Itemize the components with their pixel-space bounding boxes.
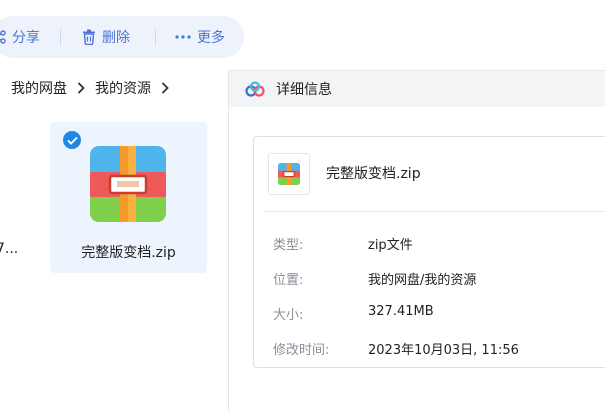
breadcrumb: 我的网盘 我的资源 [11,78,179,98]
card-divider [264,211,605,212]
chevron-right-icon [161,82,169,94]
toolbar-separator [60,29,61,45]
panel-divider [228,70,229,412]
more-label: 更多 [197,30,225,46]
detail-label: 修改时间: [273,343,330,358]
detail-panel-header: 详细信息 [229,70,605,107]
toolbar: 分享 删除 更多 [0,16,244,58]
detail-row-modified: 修改时间: 2023年10月03日, 11:56 [273,339,519,358]
share-label: 分享 [12,30,40,46]
detail-value[interactable]: 我的网盘/我的资源 [368,269,476,288]
detail-row-location: 位置: 我的网盘/我的资源 [273,269,476,288]
check-icon[interactable] [63,131,81,149]
file-thumbnail [268,153,310,195]
detail-label: 位置: [273,273,304,288]
more-dots-icon [175,35,191,39]
trash-icon [82,29,96,45]
breadcrumb-item-my-resources[interactable]: 我的资源 [95,78,151,98]
delete-button[interactable]: 删除 [82,16,130,58]
chevron-right-icon [77,82,85,94]
more-button[interactable]: 更多 [175,16,225,58]
detail-value: zip文件 [368,238,413,253]
zip-file-icon [90,146,166,226]
detail-panel-title: 详细信息 [276,82,332,98]
delete-label: 删除 [102,30,130,46]
detail-row-type: 类型: zip文件 [273,234,413,253]
share-button[interactable]: 分享 [0,16,40,58]
detail-label: 类型: [273,238,304,253]
detail-value: 2023年10月03日, 11:56 [368,343,519,358]
file-item-selected[interactable]: 完整版变档.zip [50,122,207,273]
file-name-partial[interactable]: 7... [0,241,18,257]
detail-value: 327.41MB [368,304,434,319]
detail-info-card: 完整版变档.zip 类型: zip文件 位置: 我的网盘/我的资源 大小: 32… [253,136,605,368]
zip-file-icon [278,163,300,185]
detail-row-size: 大小: 327.41MB [273,304,434,323]
breadcrumb-item-my-drive[interactable]: 我的网盘 [11,78,67,98]
detail-file-name: 完整版变档.zip [326,166,421,182]
detail-label: 大小: [273,308,304,323]
file-name: 完整版变档.zip [81,245,176,261]
share-icon [0,30,6,44]
cloud-logo-icon [244,81,266,97]
toolbar-separator [155,29,156,45]
